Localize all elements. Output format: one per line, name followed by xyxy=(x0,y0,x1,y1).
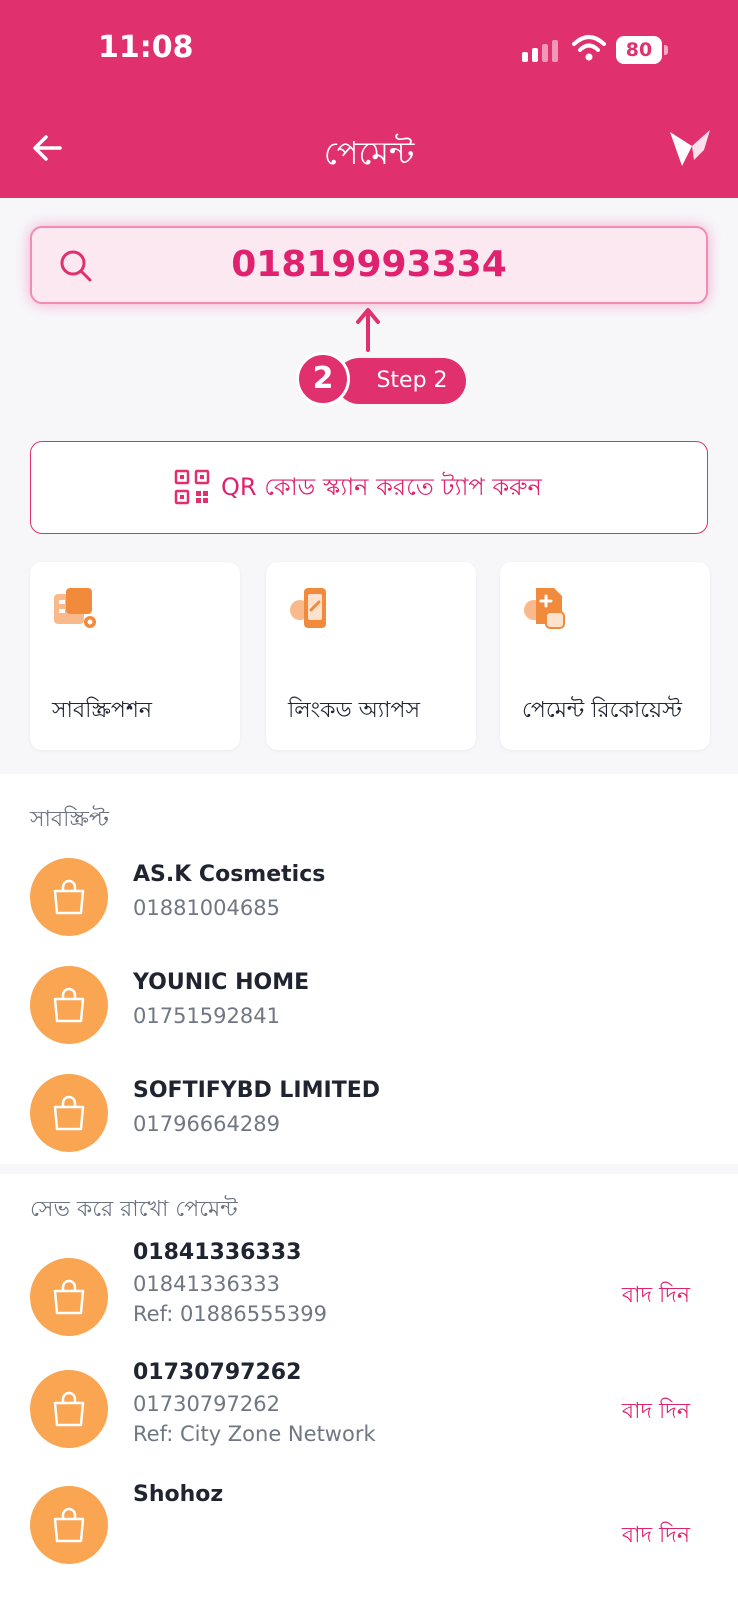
saved-payments-section: সেভ করে রাখো পেমেন্ট 01841336333 0184133… xyxy=(0,1174,738,1600)
shopping-bag-icon xyxy=(53,987,85,1023)
linked-apps-icon xyxy=(290,588,326,628)
merchant-number: 01881004685 xyxy=(133,896,280,920)
list-item[interactable]: AS.K Cosmetics 01881004685 xyxy=(0,848,738,948)
avatar xyxy=(30,1074,108,1152)
avatar xyxy=(30,858,108,936)
search-input[interactable]: 01819993334 xyxy=(30,226,708,304)
avatar xyxy=(30,1258,108,1336)
section-title: সেভ করে রাখো পেমেন্ট xyxy=(30,1197,238,1222)
saved-ref: Ref: 01886555399 xyxy=(133,1302,327,1326)
saved-number: 01841336333 xyxy=(133,1272,280,1296)
saved-name: Shohoz xyxy=(133,1482,224,1507)
list-item[interactable]: 01841336333 01841336333 Ref: 01886555399… xyxy=(0,1240,738,1360)
step-indicator: Step 2 2 xyxy=(296,352,468,408)
merchant-name: AS.K Cosmetics xyxy=(133,862,326,887)
saved-number: 01730797262 xyxy=(133,1392,280,1416)
tile-subscription[interactable]: সাবস্ক্রিপশন xyxy=(30,562,240,750)
tile-label: লিংকড অ্যাপস xyxy=(288,698,421,723)
page-title: পেমেন্ট xyxy=(323,134,415,172)
shopping-bag-icon xyxy=(53,879,85,915)
list-item[interactable]: YOUNIC HOME 01751592841 xyxy=(0,956,738,1056)
qr-code-icon xyxy=(174,469,210,505)
list-item[interactable]: Shohoz বাদ দিন xyxy=(0,1478,738,1588)
shopping-bag-icon xyxy=(53,1095,85,1131)
saved-ref: Ref: City Zone Network xyxy=(133,1422,376,1446)
qr-scan-button[interactable]: QR কোড স্ক্যান করতে ট্যাপ করুন xyxy=(30,441,708,534)
tile-label: সাবস্ক্রিপশন xyxy=(52,698,153,723)
subscription-icon xyxy=(54,588,96,628)
saved-name: 01841336333 xyxy=(133,1240,302,1265)
shopping-bag-icon xyxy=(53,1279,85,1315)
app-header: 11:08 80 পেমেন্ট xyxy=(0,0,738,198)
section-title: সাবস্ক্রিপ্ট xyxy=(30,807,109,832)
remove-button[interactable]: বাদ দিন xyxy=(622,1278,690,1315)
merchant-name: YOUNIC HOME xyxy=(133,970,310,995)
remove-button[interactable]: বাদ দিন xyxy=(622,1518,690,1555)
merchant-name: SOFTIFYBD LIMITED xyxy=(133,1078,380,1103)
cellular-signal-icon xyxy=(522,40,558,62)
arrow-up-icon xyxy=(356,308,380,352)
list-item[interactable]: 01730797262 01730797262 Ref: City Zone N… xyxy=(0,1360,738,1480)
payment-request-icon xyxy=(524,588,565,629)
step-number: 2 xyxy=(296,352,350,406)
bkash-bird-icon xyxy=(670,130,710,166)
avatar xyxy=(30,1486,108,1564)
status-time: 11:08 xyxy=(98,30,194,65)
saved-name: 01730797262 xyxy=(133,1360,302,1385)
search-value: 01819993334 xyxy=(231,244,507,285)
battery-indicator: 80 xyxy=(616,36,668,64)
merchant-number: 01796664289 xyxy=(133,1112,280,1136)
list-item[interactable]: SOFTIFYBD LIMITED 01796664289 xyxy=(0,1064,738,1164)
step-label: Step 2 xyxy=(376,368,448,393)
avatar xyxy=(30,966,108,1044)
shopping-bag-icon xyxy=(53,1391,85,1427)
wifi-icon xyxy=(572,35,606,61)
shopping-bag-icon xyxy=(53,1507,85,1543)
avatar xyxy=(30,1370,108,1448)
qr-scan-label: QR কোড স্ক্যান করতে ট্যাপ করুন xyxy=(221,473,542,501)
subscribed-section: সাবস্ক্রিপ্ট AS.K Cosmetics 01881004685 … xyxy=(0,774,738,1164)
remove-button[interactable]: বাদ দিন xyxy=(622,1394,690,1431)
tile-linked-apps[interactable]: লিংকড অ্যাপস xyxy=(266,562,476,750)
battery-level: 80 xyxy=(625,39,653,61)
merchant-number: 01751592841 xyxy=(133,1004,280,1028)
tile-payment-request[interactable]: পেমেন্ট রিকোয়েস্ট xyxy=(500,562,710,750)
tile-label: পেমেন্ট রিকোয়েস্ট xyxy=(522,698,682,723)
